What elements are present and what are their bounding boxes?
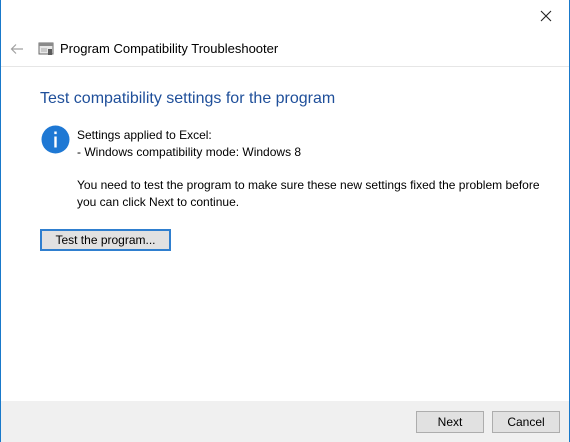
page-heading: Test compatibility settings for the prog… [40, 90, 336, 107]
cancel-button[interactable]: Cancel [492, 411, 560, 433]
title-bar [1, 0, 569, 31]
info-icon [41, 125, 70, 154]
close-button[interactable] [523, 0, 569, 31]
next-button[interactable]: Next [416, 411, 484, 433]
compatibility-mode-text: - Windows compatibility mode: Windows 8 [77, 145, 302, 159]
test-program-button[interactable]: Test the program... [40, 229, 171, 251]
instruction-text: You need to test the program to make sur… [77, 178, 540, 209]
troubleshooter-icon [38, 41, 54, 57]
settings-applied-label: Settings applied to Excel: [77, 128, 212, 142]
back-button[interactable] [1, 31, 33, 67]
troubleshooter-window: Program Compatibility Troubleshooter Tes… [0, 0, 570, 442]
header-title: Program Compatibility Troubleshooter [60, 41, 279, 56]
back-arrow-icon [10, 43, 23, 54]
wizard-header: Program Compatibility Troubleshooter [1, 31, 569, 67]
wizard-footer: Next Cancel [1, 401, 569, 442]
main-content: Test compatibility settings for the prog… [1, 67, 569, 401]
close-icon [540, 10, 552, 21]
